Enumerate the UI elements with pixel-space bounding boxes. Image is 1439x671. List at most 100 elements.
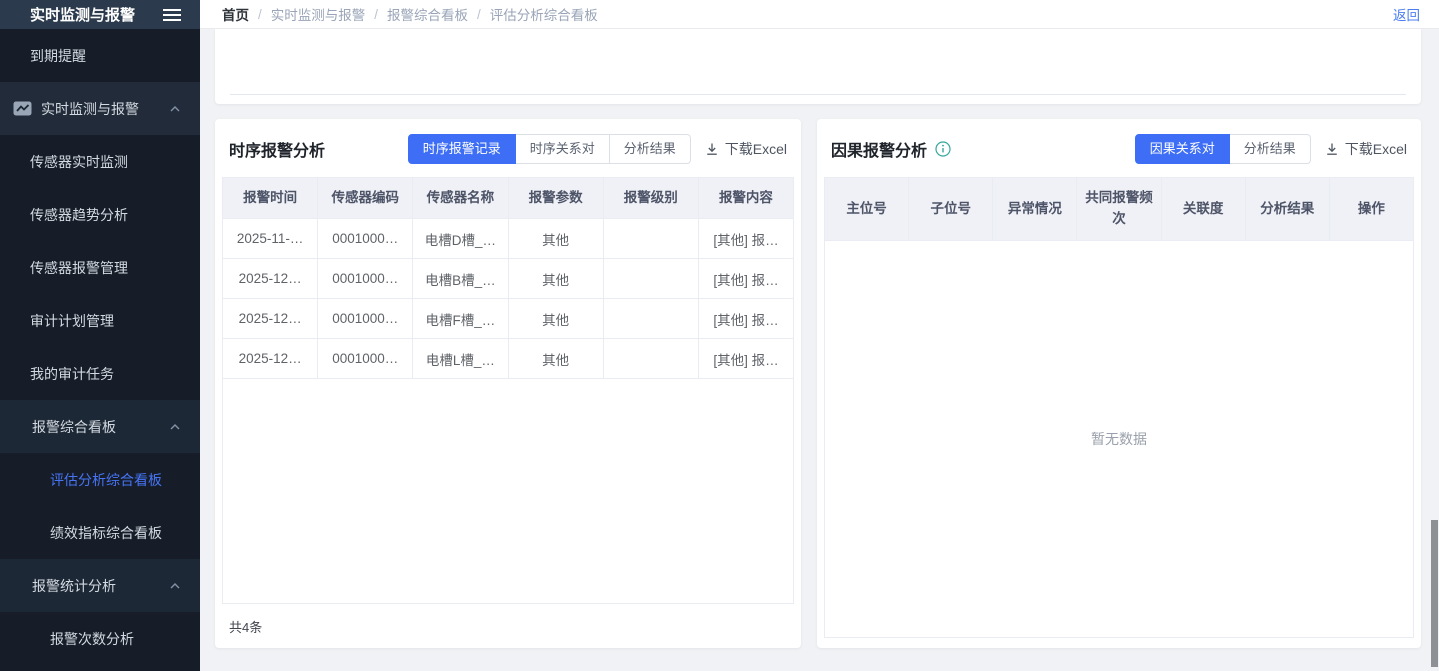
vertical-scrollbar-thumb[interactable] — [1431, 520, 1438, 667]
download-label: 下载Excel — [725, 139, 787, 159]
col-analysis-result: 分析结果 — [1246, 178, 1330, 240]
cell-sensor-name: 电槽F槽_… — [413, 299, 508, 338]
cell-sensor-name: 电槽D槽_… — [413, 219, 508, 258]
table-row[interactable]: 2025-12… 0001000… 电槽L槽_… 其他 [其他] 报… — [223, 339, 793, 379]
sidebar-item-label: 传感器报警管理 — [30, 258, 128, 278]
timeseries-table: 报警时间 传感器编码 传感器名称 报警参数 报警级别 报警内容 2025-11-… — [222, 177, 794, 604]
sidebar-item-audit-plan[interactable]: 审计计划管理 — [0, 294, 200, 347]
chevron-up-icon — [170, 106, 180, 112]
cell-alarm-param: 其他 — [509, 339, 604, 378]
tab-causal-pairs[interactable]: 因果关系对 — [1135, 134, 1230, 164]
sidebar-item-label: 传感器趋势分析 — [30, 205, 128, 225]
timeseries-table-header: 报警时间 传感器编码 传感器名称 报警参数 报警级别 报警内容 — [223, 178, 793, 219]
sidebar-item-kpi-dashboard[interactable]: 绩效指标综合看板 — [0, 506, 200, 559]
col-sub-tag: 子位号 — [909, 178, 993, 240]
tab-timeseries-results[interactable]: 分析结果 — [610, 134, 691, 164]
chevron-up-icon — [170, 583, 180, 589]
cell-sensor-code: 0001000… — [318, 219, 413, 258]
causal-tabs: 因果关系对 分析结果 — [1135, 134, 1311, 164]
causal-panel-header: 因果报警分析 因果关系对 分析结果 下载Excel — [824, 131, 1414, 177]
empty-state-text: 暂无数据 — [825, 241, 1413, 637]
info-icon[interactable] — [935, 141, 951, 157]
cell-alarm-content: [其他] 报… — [699, 219, 793, 258]
cell-alarm-param: 其他 — [509, 259, 604, 298]
cell-alarm-param: 其他 — [509, 219, 604, 258]
breadcrumb-separator: / — [258, 7, 262, 22]
col-main-tag: 主位号 — [825, 178, 909, 240]
timeseries-panel: 时序报警分析 时序报警记录 时序关系对 分析结果 下载Excel 报警时间 传感… — [215, 119, 801, 648]
table-empty-space — [223, 379, 793, 603]
causal-table-header: 主位号 子位号 异常情况 共同报警频次 关联度 分析结果 操作 — [825, 178, 1413, 241]
cell-alarm-time: 2025-12… — [223, 299, 318, 338]
table-row[interactable]: 2025-12… 0001000… 电槽F槽_… 其他 [其他] 报… — [223, 299, 793, 339]
download-icon — [705, 142, 719, 156]
top-card-divider — [230, 94, 1406, 95]
sidebar-group-alarm-statistics[interactable]: 报警统计分析 — [0, 559, 200, 612]
col-alarm-level: 报警级别 — [604, 178, 699, 218]
monitor-chart-icon — [13, 101, 32, 116]
cell-alarm-level — [604, 339, 699, 378]
hamburger-icon[interactable] — [162, 8, 182, 22]
table-row[interactable]: 2025-12… 0001000… 电槽B槽_… 其他 [其他] 报… — [223, 259, 793, 299]
sidebar-item-due-reminder[interactable]: 到期提醒 — [0, 29, 200, 82]
breadcrumb: 首页 / 实时监测与报警 / 报警综合看板 / 评估分析综合看板 — [222, 4, 598, 24]
download-label: 下载Excel — [1345, 139, 1407, 159]
sidebar-item-my-audit-tasks[interactable]: 我的审计任务 — [0, 347, 200, 400]
col-actions: 操作 — [1330, 178, 1413, 240]
col-co-alarm-frequency: 共同报警频次 — [1077, 178, 1161, 240]
sidebar-item-label: 绩效指标综合看板 — [50, 523, 162, 543]
timeseries-tabs: 时序报警记录 时序关系对 分析结果 — [408, 134, 691, 164]
main-content: 时序报警分析 时序报警记录 时序关系对 分析结果 下载Excel 报警时间 传感… — [200, 29, 1439, 671]
col-alarm-param: 报警参数 — [509, 178, 604, 218]
sidebar-item-label: 评估分析综合看板 — [50, 470, 162, 490]
tab-causal-results[interactable]: 分析结果 — [1230, 134, 1311, 164]
timeseries-panel-title: 时序报警分析 — [229, 137, 325, 161]
causal-download-excel-button[interactable]: 下载Excel — [1325, 139, 1407, 159]
back-link[interactable]: 返回 — [1393, 4, 1420, 24]
breadcrumb-realtime-monitor[interactable]: 实时监测与报警 — [271, 4, 366, 24]
cell-sensor-code: 0001000… — [318, 299, 413, 338]
col-anomaly: 异常情况 — [993, 178, 1077, 240]
causal-panel: 因果报警分析 因果关系对 分析结果 下载Excel 主位号 子位号 异常情况 共… — [817, 119, 1421, 648]
chevron-up-icon — [170, 424, 180, 430]
sidebar-item-alarm-count-analysis[interactable]: 报警次数分析 — [0, 612, 200, 665]
col-alarm-time: 报警时间 — [223, 178, 318, 218]
col-alarm-content: 报警内容 — [699, 178, 793, 218]
cell-alarm-content: [其他] 报… — [699, 259, 793, 298]
cell-alarm-param: 其他 — [509, 299, 604, 338]
timeseries-download-excel-button[interactable]: 下载Excel — [705, 139, 787, 159]
sidebar-title-bar: 实时监测与报警 — [0, 0, 200, 29]
table-row[interactable]: 2025-11-… 0001000… 电槽D槽_… 其他 [其他] 报… — [223, 219, 793, 259]
cell-alarm-level — [604, 259, 699, 298]
cell-sensor-code: 0001000… — [318, 339, 413, 378]
sidebar-item-label: 到期提醒 — [30, 46, 86, 66]
sidebar-title: 实时监测与报警 — [30, 4, 135, 25]
sidebar-item-label: 报警综合看板 — [32, 417, 116, 437]
sidebar-group-alarm-dashboard[interactable]: 报警综合看板 — [0, 400, 200, 453]
top-card-partial — [215, 29, 1421, 104]
sidebar-item-label: 实时监测与报警 — [41, 99, 139, 119]
causal-table: 主位号 子位号 异常情况 共同报警频次 关联度 分析结果 操作 暂无数据 — [824, 177, 1414, 638]
timeseries-panel-header: 时序报警分析 时序报警记录 时序关系对 分析结果 下载Excel — [222, 131, 794, 177]
cell-alarm-time: 2025-12… — [223, 259, 318, 298]
sidebar-item-sensor-trend[interactable]: 传感器趋势分析 — [0, 188, 200, 241]
tab-timeseries-records[interactable]: 时序报警记录 — [408, 134, 516, 164]
timeseries-total-count: 共4条 — [222, 604, 794, 638]
sidebar-item-label: 报警统计分析 — [32, 576, 116, 596]
causal-panel-title: 因果报警分析 — [831, 137, 927, 161]
sidebar-item-eval-analysis-dashboard[interactable]: 评估分析综合看板 — [0, 453, 200, 506]
sidebar-item-sensor-alarm-mgmt[interactable]: 传感器报警管理 — [0, 241, 200, 294]
breadcrumb-home[interactable]: 首页 — [222, 4, 249, 24]
sidebar-item-label: 报警次数分析 — [50, 629, 134, 649]
sidebar-item-label: 审计计划管理 — [30, 311, 114, 331]
tab-timeseries-pairs[interactable]: 时序关系对 — [516, 134, 610, 164]
sidebar: 实时监测与报警 到期提醒 实时监测与报警 传感器实时监测 传感器趋势分析 传感器… — [0, 0, 200, 671]
breadcrumb-alarm-dashboard[interactable]: 报警综合看板 — [387, 4, 468, 24]
sidebar-item-label: 传感器实时监测 — [30, 152, 128, 172]
cell-sensor-name: 电槽B槽_… — [413, 259, 508, 298]
cell-alarm-time: 2025-11-… — [223, 219, 318, 258]
sidebar-item-sensor-realtime[interactable]: 传感器实时监测 — [0, 135, 200, 188]
col-correlation: 关联度 — [1162, 178, 1246, 240]
sidebar-group-realtime-monitor[interactable]: 实时监测与报警 — [0, 82, 200, 135]
col-sensor-code: 传感器编码 — [318, 178, 413, 218]
